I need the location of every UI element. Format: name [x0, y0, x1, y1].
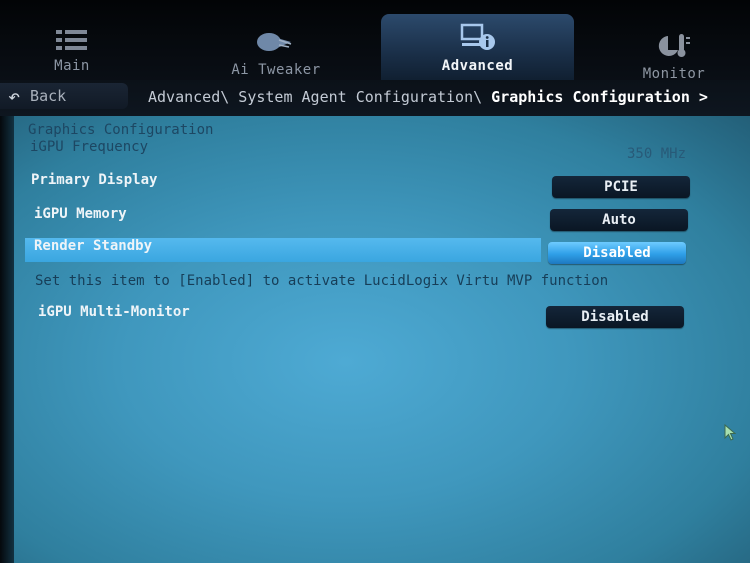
section-title: Graphics Configuration: [28, 122, 214, 138]
igpu-multi-monitor-label: iGPU Multi-Monitor: [38, 304, 190, 320]
igpu-frequency-value: 350 MHz: [627, 146, 687, 162]
back-button[interactable]: ↶ Back: [0, 83, 128, 109]
turbo-fan-icon: [196, 18, 356, 56]
igpu-memory-select[interactable]: Auto: [550, 209, 688, 231]
back-label: Back: [30, 87, 67, 105]
tab-main-label: Main: [54, 58, 90, 74]
igpu-frequency-label: iGPU Frequency: [30, 139, 149, 155]
render-standby-select[interactable]: Disabled: [548, 242, 686, 264]
igpu-multi-monitor-select[interactable]: Disabled: [546, 306, 684, 328]
breadcrumb-path[interactable]: Advanced\ System Agent Configuration\: [148, 88, 491, 106]
breadcrumb-chevron-icon: >: [698, 88, 708, 106]
list-icon: [0, 14, 152, 52]
primary-display-label: Primary Display: [31, 172, 158, 188]
top-menu-bar: Main Ai Tweaker Advanced Monitor: [0, 0, 750, 86]
mouse-pointer-icon: [724, 423, 738, 446]
tab-main[interactable]: Main: [0, 14, 152, 84]
tab-advanced-label: Advanced: [441, 58, 514, 74]
tab-ai-tweaker-label: Ai Tweaker: [231, 62, 321, 78]
tab-advanced[interactable]: Advanced: [381, 14, 574, 86]
primary-display-select[interactable]: PCIE: [552, 176, 690, 198]
back-arrow-icon: ↶: [8, 84, 21, 108]
navigation-bar: ↶ Back Advanced\ System Agent Configurat…: [0, 80, 750, 118]
breadcrumb: Advanced\ System Agent Configuration\ Gr…: [148, 88, 708, 106]
monitor-info-icon: [381, 14, 574, 52]
breadcrumb-current: Graphics Configuration: [491, 88, 690, 106]
igpu-memory-label: iGPU Memory: [34, 206, 127, 222]
help-text: Set this item to [Enabled] to activate L…: [35, 273, 609, 289]
thermometer-icon: [594, 22, 750, 60]
tab-ai-tweaker[interactable]: Ai Tweaker: [196, 18, 356, 88]
render-standby-label: Render Standby: [34, 238, 153, 254]
